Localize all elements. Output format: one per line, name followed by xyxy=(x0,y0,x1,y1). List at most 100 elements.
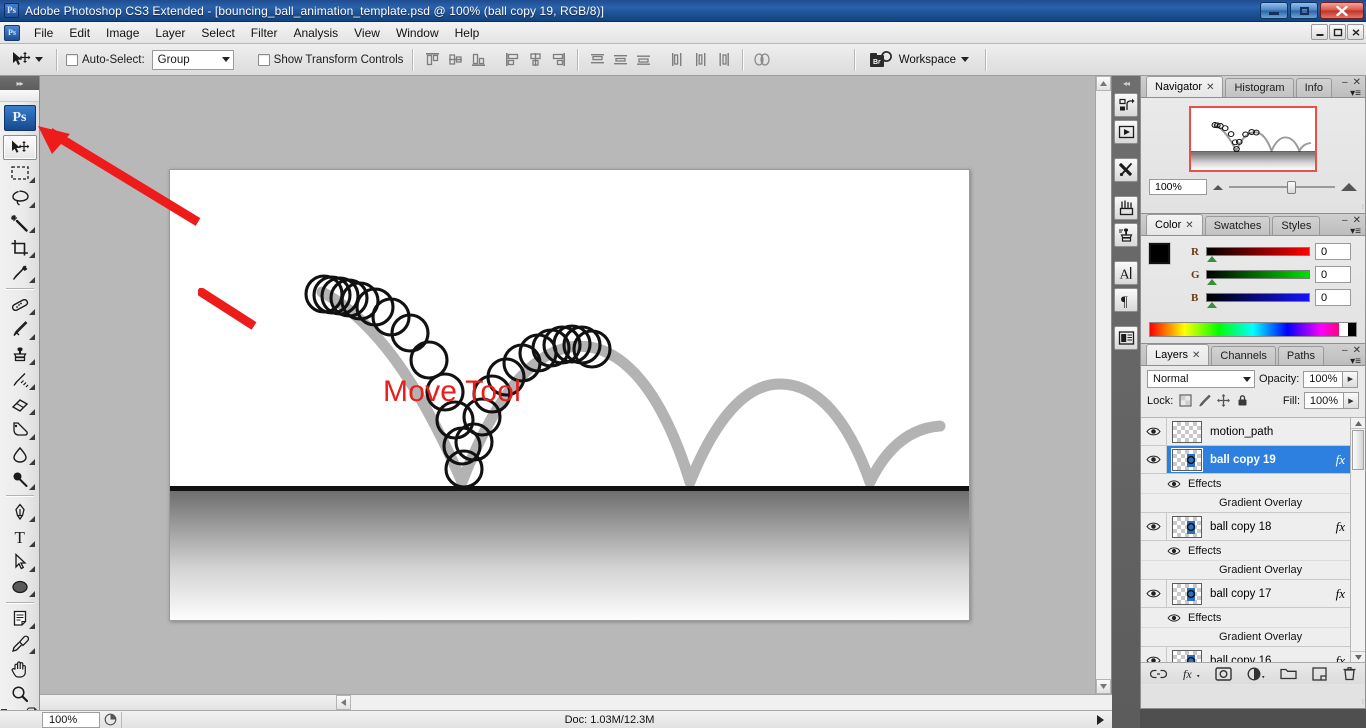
brushes-panel-icon[interactable] xyxy=(1114,196,1138,220)
fill-field[interactable]: 100% xyxy=(1304,392,1344,409)
minimize-button[interactable] xyxy=(1260,2,1288,19)
channel-slider-g[interactable] xyxy=(1206,270,1310,285)
crop-tool-button[interactable] xyxy=(3,235,37,260)
brush-tool-button[interactable] xyxy=(3,317,37,342)
align-vertical-centers-button[interactable] xyxy=(445,50,465,70)
navigator-zoom-slider[interactable] xyxy=(1229,180,1335,194)
layers-scrollbar[interactable] xyxy=(1350,418,1365,662)
menu-filter[interactable]: Filter xyxy=(243,23,286,43)
canvas-vertical-scrollbar[interactable] xyxy=(1095,76,1111,694)
lock-transparent-pixels-icon[interactable] xyxy=(1179,394,1192,407)
align-right-edges-button[interactable] xyxy=(548,50,568,70)
dodge-tool-button[interactable] xyxy=(3,467,37,492)
slice-tool-button[interactable] xyxy=(3,260,37,285)
tool-presets-panel-icon[interactable] xyxy=(1114,158,1138,182)
tab-histogram[interactable]: Histogram xyxy=(1225,78,1294,97)
channel-knob-b[interactable] xyxy=(1207,302,1217,308)
menu-image[interactable]: Image xyxy=(98,23,147,43)
channel-value-r[interactable]: 0 xyxy=(1315,243,1351,260)
gradient-tool-button[interactable] xyxy=(3,417,37,442)
tab-color[interactable]: Color ✕ xyxy=(1146,214,1203,235)
menu-view[interactable]: View xyxy=(346,23,388,43)
layer-visibility-toggle[interactable] xyxy=(1141,513,1167,540)
layer-thumbnail[interactable] xyxy=(1172,582,1202,605)
link-layers-icon[interactable] xyxy=(1149,668,1167,680)
tool-preset-chevron-icon[interactable] xyxy=(35,57,43,62)
layer-comps-panel-icon[interactable] xyxy=(1114,326,1138,350)
panel-close-icon[interactable]: ✕ xyxy=(1353,77,1361,88)
document-minimize-button[interactable] xyxy=(1311,24,1328,40)
scroll-down-button[interactable] xyxy=(1096,679,1111,694)
menu-select[interactable]: Select xyxy=(193,23,242,43)
tab-paths[interactable]: Paths xyxy=(1277,346,1325,365)
restore-button[interactable] xyxy=(1290,2,1318,19)
layers-scroll-thumb[interactable] xyxy=(1352,430,1364,470)
zoom-out-icon[interactable] xyxy=(1213,184,1223,190)
type-tool-button[interactable]: T xyxy=(3,524,37,549)
scroll-left-button[interactable] xyxy=(336,695,351,710)
go-to-bridge-button[interactable]: Br xyxy=(869,49,893,70)
history-brush-tool-button[interactable] xyxy=(3,367,37,392)
menu-help[interactable]: Help xyxy=(447,23,488,43)
channel-knob-r[interactable] xyxy=(1207,256,1217,262)
lock-position-icon[interactable] xyxy=(1217,394,1231,407)
layers-panel-menu-icon[interactable]: ▾≡ xyxy=(1350,356,1361,367)
layer-fx-badge[interactable]: fx xyxy=(1336,653,1351,663)
align-top-edges-button[interactable] xyxy=(422,50,442,70)
zoom-tool-button[interactable] xyxy=(3,681,37,706)
menu-layer[interactable]: Layer xyxy=(147,23,193,43)
navigator-zoom-field[interactable]: 100% xyxy=(1149,179,1207,195)
tab-layers[interactable]: Layers ✕ xyxy=(1146,344,1210,365)
layer-thumbnail[interactable] xyxy=(1172,515,1202,538)
hand-tool-button[interactable] xyxy=(3,656,37,681)
layer-thumbnail[interactable] xyxy=(1172,649,1202,662)
notes-tool-button[interactable] xyxy=(3,606,37,631)
new-layer-icon[interactable] xyxy=(1311,666,1327,681)
layer-visibility-toggle[interactable] xyxy=(1141,446,1167,473)
channel-slider-b[interactable] xyxy=(1206,293,1310,308)
delete-layer-icon[interactable] xyxy=(1342,666,1357,681)
distribute-top-edges-button[interactable] xyxy=(587,50,607,70)
layer-fx-badge[interactable]: fx xyxy=(1336,452,1351,468)
document-close-button[interactable] xyxy=(1347,24,1364,40)
distribute-right-edges-button[interactable] xyxy=(713,50,733,70)
layer-effect-gradient-overlay[interactable]: Gradient Overlay xyxy=(1141,561,1365,580)
panel-close-icon[interactable]: ✕ xyxy=(1353,215,1361,226)
navigator-panel-menu-icon[interactable]: ▾≡ xyxy=(1350,88,1361,99)
layer-thumbnail[interactable] xyxy=(1172,420,1202,443)
lock-image-pixels-icon[interactable] xyxy=(1198,394,1211,407)
align-horizontal-centers-button[interactable] xyxy=(525,50,545,70)
layer-row-ball-copy-19[interactable]: ball copy 19 fx xyxy=(1141,446,1365,474)
effects-visibility-toggle[interactable] xyxy=(1167,479,1181,489)
dock-collapse-button[interactable]: ◂◂ xyxy=(1112,76,1140,90)
panel-close-icon[interactable]: ✕ xyxy=(1353,345,1361,356)
clone-source-panel-icon[interactable] xyxy=(1114,223,1138,247)
close-icon[interactable]: ✕ xyxy=(1185,220,1193,231)
channel-slider-r[interactable] xyxy=(1206,247,1310,262)
tab-styles[interactable]: Styles xyxy=(1272,216,1321,235)
effects-visibility-toggle[interactable] xyxy=(1167,613,1181,623)
eraser-tool-button[interactable] xyxy=(3,392,37,417)
auto-align-layers-button[interactable] xyxy=(752,50,772,70)
color-panel-foreground-swatch[interactable] xyxy=(1148,242,1171,265)
document-canvas[interactable]: Move Tool xyxy=(169,169,970,621)
zoom-slider-knob[interactable] xyxy=(1287,180,1297,194)
zoom-level-field[interactable]: 100% xyxy=(42,711,100,728)
clone-stamp-tool-button[interactable] xyxy=(3,342,37,367)
paragraph-panel-icon[interactable]: ¶ xyxy=(1114,288,1138,312)
panel-resize-grip[interactable]: ⁝ xyxy=(1362,698,1364,706)
effects-visibility-toggle[interactable] xyxy=(1167,546,1181,556)
close-icon[interactable]: ✕ xyxy=(1192,350,1200,361)
layer-effect-gradient-overlay[interactable]: Gradient Overlay xyxy=(1141,628,1365,647)
menu-window[interactable]: Window xyxy=(388,23,447,43)
distribute-left-edges-button[interactable] xyxy=(667,50,687,70)
distribute-vertical-centers-button[interactable] xyxy=(610,50,630,70)
blur-tool-button[interactable] xyxy=(3,442,37,467)
channel-value-g[interactable]: 0 xyxy=(1315,266,1351,283)
document-system-menu-icon[interactable]: Ps xyxy=(4,24,20,41)
layer-effects-row[interactable]: Effects xyxy=(1141,608,1365,628)
blend-mode-dropdown[interactable]: Normal xyxy=(1147,370,1255,388)
layer-thumbnail[interactable] xyxy=(1172,448,1202,471)
navigator-thumbnail[interactable] xyxy=(1189,106,1317,172)
layer-row-ball-copy-16[interactable]: ball copy 16 fx xyxy=(1141,647,1365,662)
